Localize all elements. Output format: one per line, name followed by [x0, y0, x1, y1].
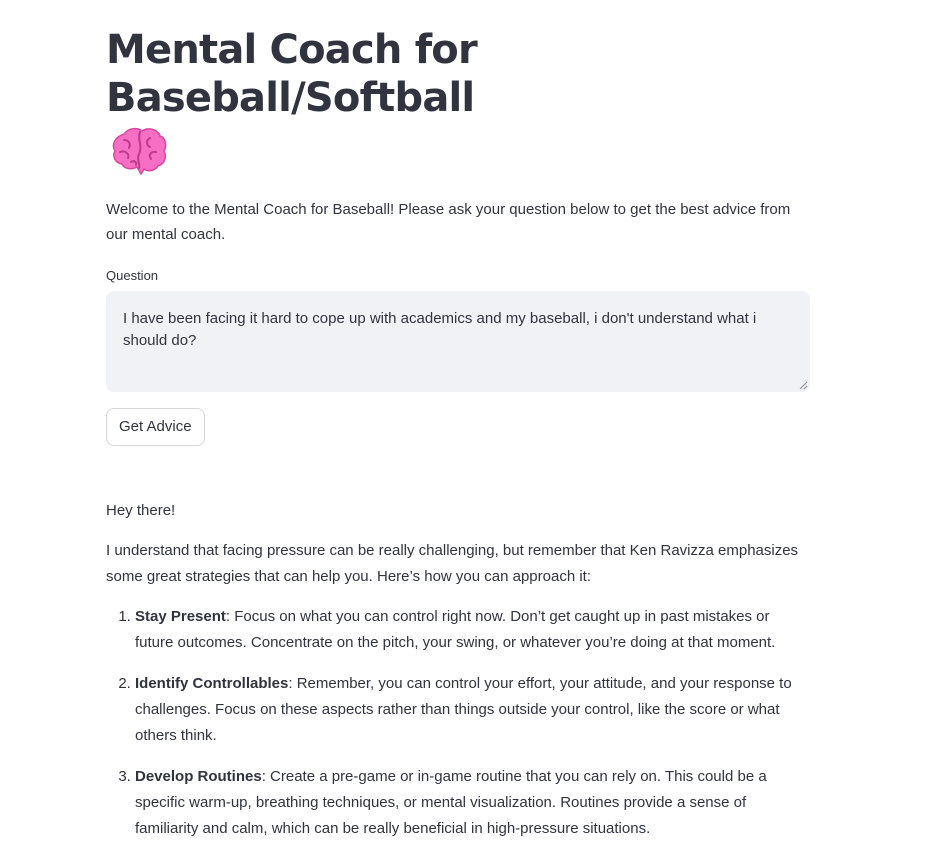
question-input-value: I have been facing it hard to cope up wi… — [123, 310, 757, 349]
advice-list: Stay Present: Focus on what you can cont… — [106, 604, 810, 842]
list-item: Identify Controllables: Remember, you ca… — [135, 671, 810, 749]
question-label: Question — [106, 268, 159, 283]
intro-text: Welcome to the Mental Coach for Baseball… — [106, 201, 791, 243]
main-content: Mental Coach for Baseball/Softball Welco… — [106, 0, 810, 857]
response-paragraph: I understand that facing pressure can be… — [106, 542, 799, 585]
brain-icon — [112, 127, 167, 176]
list-item-title: Develop Routines — [135, 768, 262, 785]
get-advice-button[interactable]: Get Advice — [106, 408, 205, 446]
list-item: Develop Routines: Create a pre-game or i… — [135, 764, 810, 842]
list-item-title: Identify Controllables — [135, 675, 289, 692]
response-greeting: Hey there! — [106, 502, 176, 519]
list-item-title: Stay Present — [135, 608, 226, 625]
advice-response: Hey there! I understand that facing pres… — [106, 498, 810, 842]
list-item: Stay Present: Focus on what you can cont… — [135, 604, 810, 656]
question-input[interactable]: I have been facing it hard to cope up wi… — [106, 291, 810, 392]
page-title: Mental Coach for Baseball/Softball — [106, 27, 478, 121]
resize-grip-icon[interactable] — [799, 381, 808, 390]
list-item-text: : Focus on what you can control right no… — [135, 608, 776, 651]
